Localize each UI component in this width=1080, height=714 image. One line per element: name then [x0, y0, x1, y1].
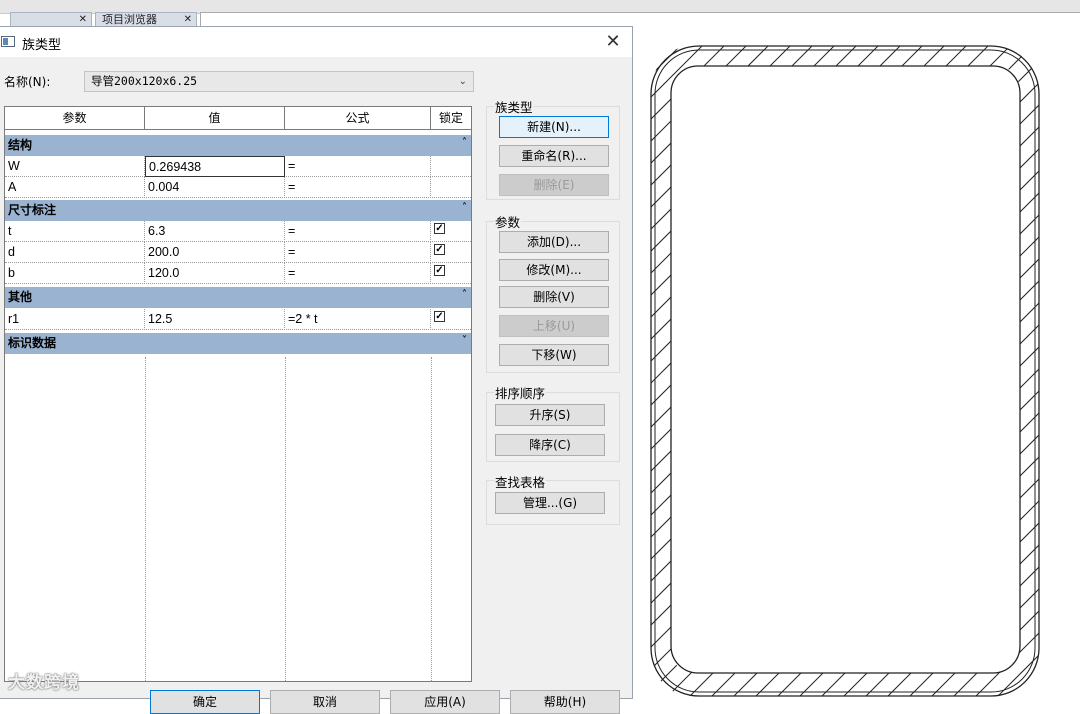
param-name: r1 — [5, 309, 145, 330]
column-header-lock[interactable]: 锁定 — [431, 107, 471, 130]
group-label: 其他 — [8, 290, 33, 304]
collapse-icon[interactable]: ˄ — [462, 132, 467, 153]
param-value-input[interactable]: 12.5 — [145, 309, 285, 330]
param-lock-cell — [431, 156, 471, 177]
name-label: 名称(N): — [4, 75, 51, 89]
cancel-button[interactable]: 取消 — [270, 690, 380, 714]
param-value-input[interactable]: 0.269438 — [145, 156, 285, 177]
move-down-button[interactable]: 下移(W) — [499, 344, 609, 366]
column-divider — [145, 357, 146, 681]
param-value-input[interactable]: 0.004 — [145, 177, 285, 198]
sort-descending-button[interactable]: 降序(C) — [495, 434, 605, 456]
parameter-table: 参数 值 公式 锁定 结构 ˄ W 0.269438 = A 0.004 = 尺… — [4, 106, 472, 682]
watermark: 大数跨境 — [8, 673, 80, 693]
column-divider — [431, 357, 432, 681]
type-name-select[interactable]: 导管200x120x6.25 ⌄ — [84, 71, 474, 92]
param-name: A — [5, 177, 145, 198]
hatch-line — [1040, 40, 1060, 699]
tube-section-drawing — [650, 40, 1060, 699]
param-lock-cell: ✓ — [431, 309, 471, 330]
column-header-formula[interactable]: 公式 — [285, 107, 431, 130]
param-name: t — [5, 221, 145, 242]
param-value-input[interactable]: 200.0 — [145, 242, 285, 263]
dialog-titlebar: 族类型 ✕ — [0, 27, 632, 57]
sort-order-title: 排序顺序 — [494, 383, 547, 402]
group-label: 标识数据 — [8, 336, 57, 350]
param-value-input[interactable]: 6.3 — [145, 221, 285, 242]
collapse-icon[interactable]: ˄ — [462, 284, 467, 305]
group-header-dimensions[interactable]: 尺寸标注 ˄ — [5, 200, 471, 221]
help-button[interactable]: 帮助(H) — [510, 690, 620, 714]
column-divider — [285, 357, 286, 681]
collapse-icon[interactable]: ˄ — [462, 197, 467, 218]
lookup-tables-title: 查找表格 — [494, 472, 547, 491]
param-formula-input[interactable]: = — [285, 242, 431, 263]
family-types-title: 族类型 — [494, 97, 534, 116]
group-label: 结构 — [8, 138, 33, 152]
add-parameter-button[interactable]: 添加(D)... — [499, 231, 609, 253]
param-name: W — [5, 156, 145, 177]
family-icon — [1, 36, 15, 47]
table-row[interactable]: r1 12.5 =2 * t ✓ — [5, 309, 471, 330]
param-lock-cell: ✓ — [431, 221, 471, 242]
family-types-dialog: 族类型 ✕ 名称(N): 导管200x120x6.25 ⌄ 参数 值 公式 锁定… — [0, 26, 633, 714]
table-row[interactable]: t 6.3 = ✓ — [5, 221, 471, 242]
param-lock-cell — [431, 177, 471, 198]
chevron-down-icon[interactable]: ⌄ — [459, 72, 467, 91]
dialog-title: 族类型 — [22, 38, 62, 53]
lock-checkbox[interactable]: ✓ — [434, 265, 445, 276]
param-lock-cell: ✓ — [431, 263, 471, 284]
column-header-parameter[interactable]: 参数 — [5, 107, 145, 130]
table-row[interactable]: A 0.004 = — [5, 177, 471, 198]
table-row[interactable]: d 200.0 = ✓ — [5, 242, 471, 263]
ok-button[interactable]: 确定 — [150, 690, 260, 714]
param-name: d — [5, 242, 145, 263]
rename-type-button[interactable]: 重命名(R)... — [499, 145, 609, 167]
close-icon[interactable]: ✕ — [79, 13, 87, 27]
lock-checkbox[interactable]: ✓ — [434, 244, 445, 255]
param-lock-cell: ✓ — [431, 242, 471, 263]
table-row[interactable]: b 120.0 = ✓ — [5, 263, 471, 284]
sort-ascending-button[interactable]: 升序(S) — [495, 404, 605, 426]
apply-button[interactable]: 应用(A) — [390, 690, 500, 714]
move-up-button[interactable]: 上移(U) — [499, 315, 609, 337]
new-type-button[interactable]: 新建(N)... — [499, 116, 609, 138]
param-formula-input[interactable]: = — [285, 156, 431, 177]
close-icon[interactable]: ✕ — [184, 13, 192, 27]
group-header-identity-data[interactable]: 标识数据 ˅ — [5, 333, 471, 354]
column-header-value[interactable]: 值 — [145, 107, 285, 130]
remove-parameter-button[interactable]: 删除(V) — [499, 286, 609, 308]
manage-lookup-button[interactable]: 管理...(G) — [495, 492, 605, 514]
parameters-title: 参数 — [494, 212, 522, 231]
delete-type-button[interactable]: 删除(E) — [499, 174, 609, 196]
lock-checkbox[interactable]: ✓ — [434, 311, 445, 322]
expand-icon[interactable]: ˅ — [462, 330, 467, 351]
param-formula-input[interactable]: = — [285, 263, 431, 284]
group-label: 尺寸标注 — [8, 203, 57, 217]
modify-parameter-button[interactable]: 修改(M)... — [499, 259, 609, 281]
param-formula-input[interactable]: = — [285, 177, 431, 198]
close-button[interactable]: ✕ — [598, 29, 628, 55]
table-row[interactable]: W 0.269438 = — [5, 156, 471, 177]
param-value-input[interactable]: 120.0 — [145, 263, 285, 284]
type-name-value: 导管200x120x6.25 — [91, 74, 198, 88]
param-formula-input[interactable]: =2 * t — [285, 309, 431, 330]
param-name: b — [5, 263, 145, 284]
tab-label: 项目浏览器 — [102, 13, 157, 26]
group-header-other[interactable]: 其他 ˄ — [5, 287, 471, 308]
inner-outline — [670, 65, 1021, 674]
param-formula-input[interactable]: = — [285, 221, 431, 242]
lock-checkbox[interactable]: ✓ — [434, 223, 445, 234]
group-header-structural[interactable]: 结构 ˄ — [5, 135, 471, 156]
